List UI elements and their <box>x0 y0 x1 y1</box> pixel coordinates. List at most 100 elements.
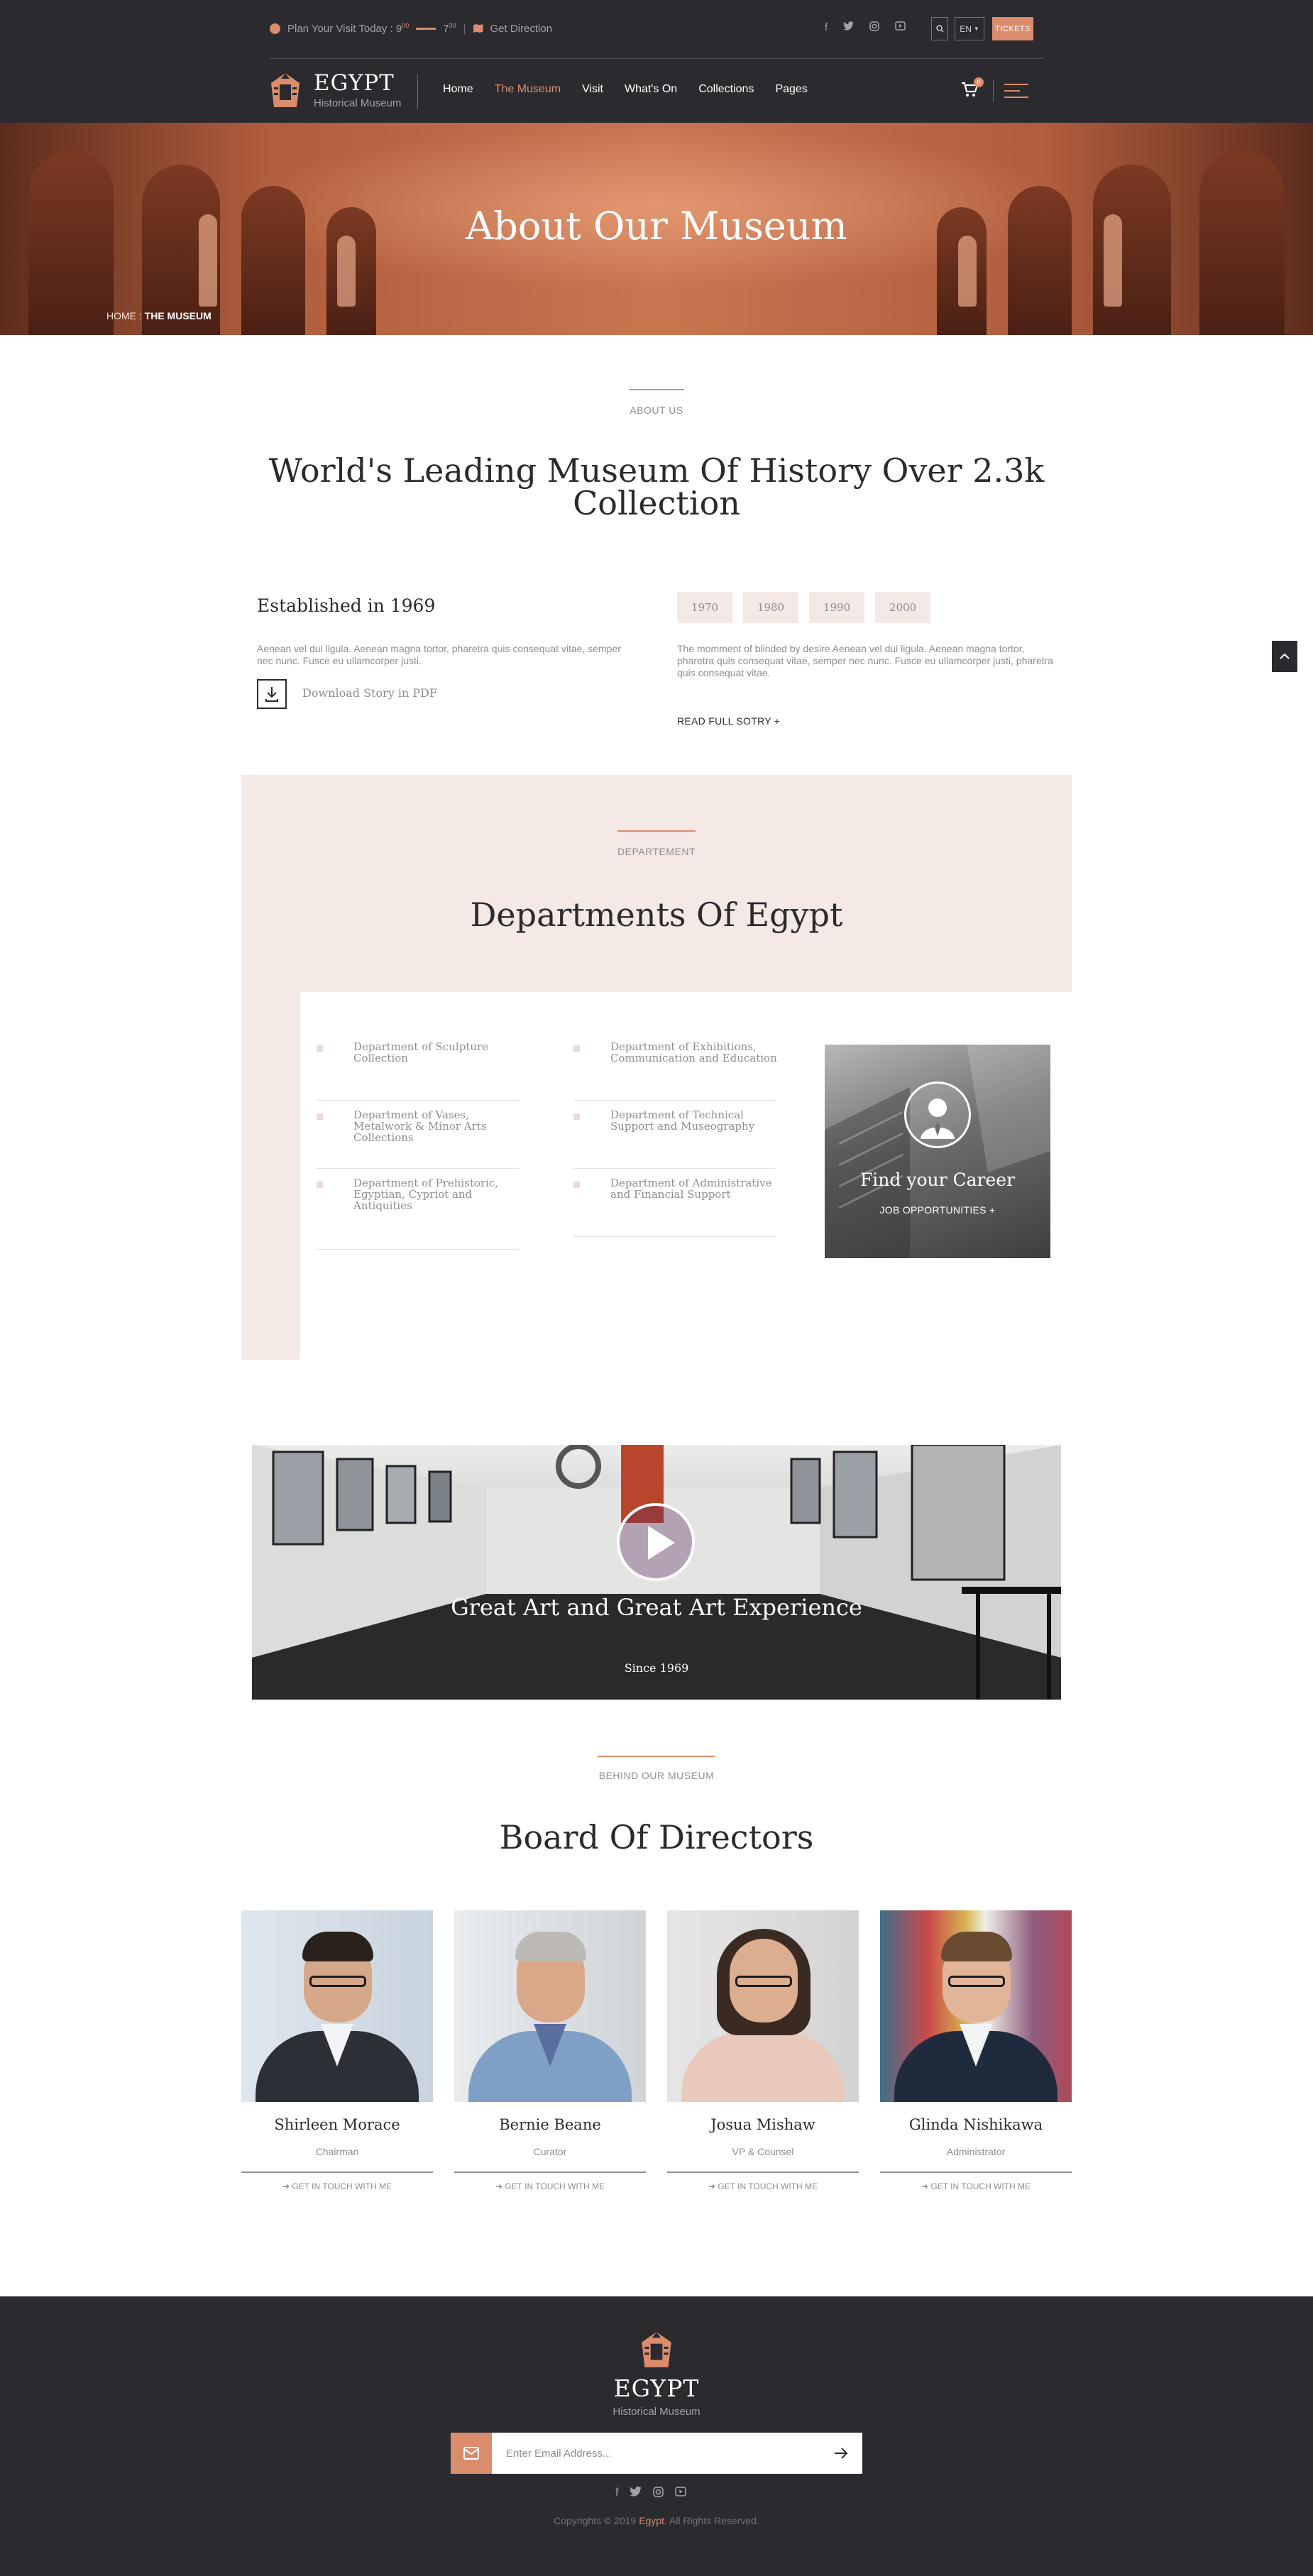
share-icon: ➜ <box>921 2181 929 2191</box>
year-tab-2000[interactable]: 2000 <box>875 592 930 623</box>
contact-label: GET IN TOUCH WITH ME <box>292 2181 392 2191</box>
department-item[interactable]: Department of Exhibitions, Communication… <box>573 1033 777 1101</box>
chevron-down-icon: ▼ <box>973 26 979 32</box>
department-item[interactable]: Department of Sculpture Collection <box>317 1033 519 1101</box>
career-link[interactable]: JOB OPPORTUNITIES + <box>825 1204 1050 1216</box>
contact-label: GET IN TOUCH WITH ME <box>505 2181 605 2191</box>
nav-item-visit[interactable]: Visit <box>582 83 603 96</box>
instagram-icon[interactable] <box>653 2487 664 2501</box>
nav-divider <box>993 79 994 102</box>
director-name: Shirleen Morace <box>274 2116 400 2133</box>
director-role: Curator <box>533 2146 567 2157</box>
bullet-icon <box>573 1113 580 1120</box>
video-banner[interactable]: Great Art and Great Art Experience Since… <box>252 1445 1061 1700</box>
section-accent-line <box>629 389 684 390</box>
director-photo <box>667 1910 859 2102</box>
youtube-icon[interactable] <box>675 2487 687 2501</box>
department-item[interactable]: Department of Vases, Metalwork & Minor A… <box>317 1101 519 1169</box>
department-label: Department of Sculpture Collection <box>353 1040 489 1064</box>
career-card[interactable]: Find your Career JOB OPPORTUNITIES + <box>825 1045 1050 1258</box>
copyright-brand-link[interactable]: Egypt <box>639 2515 664 2526</box>
year-tab-1990[interactable]: 1990 <box>809 592 864 623</box>
main-nav: Home The Museum Visit What's On Collecti… <box>443 83 808 96</box>
nav-item-pages[interactable]: Pages <box>775 83 807 96</box>
closing-hours: 730 <box>443 22 456 35</box>
department-item[interactable]: Department of Administrative and Financi… <box>573 1169 776 1237</box>
twitter-icon[interactable] <box>630 2486 642 2501</box>
bullet-icon <box>317 1182 323 1188</box>
search-button[interactable] <box>931 17 948 40</box>
language-value: EN <box>960 23 972 34</box>
submit-button[interactable] <box>833 2445 850 2461</box>
hero-banner: About Our Museum HOME : THE MUSEUM <box>0 123 1313 335</box>
nav-item-home[interactable]: Home <box>443 83 473 96</box>
department-label: Department of Vases, Metalwork & Minor A… <box>353 1108 487 1144</box>
download-label[interactable]: Download Story in PDF <box>302 686 437 700</box>
about-heading: World's Leading Museum Of History Over 2… <box>0 454 1313 519</box>
site-logo[interactable]: EGYPT Historical Museum <box>268 67 417 114</box>
visit-info: Plan Your Visit Today : 900 730 | Get Di… <box>270 20 552 37</box>
board-heading: Board Of Directors <box>499 1818 814 1856</box>
separator: | <box>463 22 466 35</box>
bullet-icon <box>317 1113 323 1120</box>
departments-band <box>241 775 1072 992</box>
logo-title: EGYPT <box>314 70 395 96</box>
logo-divider <box>417 74 418 109</box>
download-icon <box>265 687 278 702</box>
video-since: Since 1969 <box>624 1661 689 1675</box>
year-tab-1980[interactable]: 1980 <box>743 592 798 623</box>
youtube-icon[interactable] <box>895 21 906 34</box>
user-icon <box>904 1081 971 1148</box>
scroll-to-top-button[interactable] <box>1272 641 1297 672</box>
contact-label: GET IN TOUCH WITH ME <box>718 2181 818 2191</box>
card-divider <box>454 2172 646 2173</box>
footer-title: EGYPT <box>613 2374 700 2402</box>
visit-hours: Plan Your Visit Today : 900 <box>287 22 410 35</box>
department-item[interactable]: Department of Prehistoric, Egyptian, Cyp… <box>317 1169 519 1250</box>
download-button[interactable] <box>257 679 287 709</box>
cart-count-badge: 0 <box>974 77 984 87</box>
hamburger-icon-bottom <box>1004 97 1028 98</box>
cart-button[interactable]: 0 <box>961 77 984 100</box>
director-photo <box>241 1910 433 2102</box>
read-more-link[interactable]: READ FULL SOTRY + <box>677 715 780 727</box>
newsletter-form <box>451 2433 862 2474</box>
footer-social-links: f <box>615 2486 687 2501</box>
search-icon <box>935 25 944 33</box>
contact-link[interactable]: ➜ GET IN TOUCH WITH ME <box>454 2181 646 2191</box>
share-icon: ➜ <box>708 2181 716 2191</box>
email-input[interactable] <box>506 2444 804 2462</box>
staircase-image <box>825 1045 1050 1258</box>
clock-icon <box>270 23 280 34</box>
year-tab-1970[interactable]: 1970 <box>677 592 732 623</box>
contact-link[interactable]: ➜ GET IN TOUCH WITH ME <box>667 2181 859 2191</box>
contact-link[interactable]: ➜ GET IN TOUCH WITH ME <box>880 2181 1072 2191</box>
director-role: Administrator <box>946 2146 1006 2157</box>
nav-item-whats-on[interactable]: What's On <box>625 83 677 96</box>
contact-link[interactable]: ➜ GET IN TOUCH WITH ME <box>241 2181 433 2191</box>
mail-icon <box>451 2433 492 2474</box>
nav-item-the-museum[interactable]: The Museum <box>495 83 561 96</box>
nav-item-collections[interactable]: Collections <box>698 83 754 96</box>
menu-button[interactable] <box>1004 82 1028 99</box>
share-icon: ➜ <box>282 2181 290 2191</box>
time-range-line <box>416 27 436 30</box>
copyright-suffix: . All Rights Reserved. <box>664 2515 759 2526</box>
direction-link[interactable]: Get Direction <box>490 23 553 35</box>
card-divider <box>880 2172 1072 2173</box>
language-select[interactable]: EN ▼ <box>955 17 984 40</box>
facebook-icon[interactable]: f <box>615 2487 618 2501</box>
director-role: VP & Counsel <box>732 2146 794 2157</box>
twitter-icon[interactable] <box>843 21 855 34</box>
tickets-button[interactable]: TICKETS <box>992 17 1033 40</box>
breadcrumb-home[interactable]: HOME <box>106 310 136 321</box>
department-item[interactable]: Department of Technical Support and Muse… <box>573 1101 776 1169</box>
site-footer: EGYPT Historical Museum f Copyrights © 2… <box>0 2296 1313 2576</box>
director-card: Josua Mishaw VP & Counsel ➜ GET IN TOUCH… <box>667 1910 859 2194</box>
facebook-icon[interactable]: f <box>825 21 828 34</box>
established-text: Aenean vel dui ligula. Aenean magna tort… <box>257 643 621 666</box>
instagram-icon[interactable] <box>869 21 879 34</box>
play-button[interactable] <box>617 1503 695 1581</box>
director-card: Glinda Nishikawa Administrator ➜ GET IN … <box>880 1910 1072 2194</box>
board-eyebrow: BEHIND OUR MUSEUM <box>598 1770 715 1781</box>
